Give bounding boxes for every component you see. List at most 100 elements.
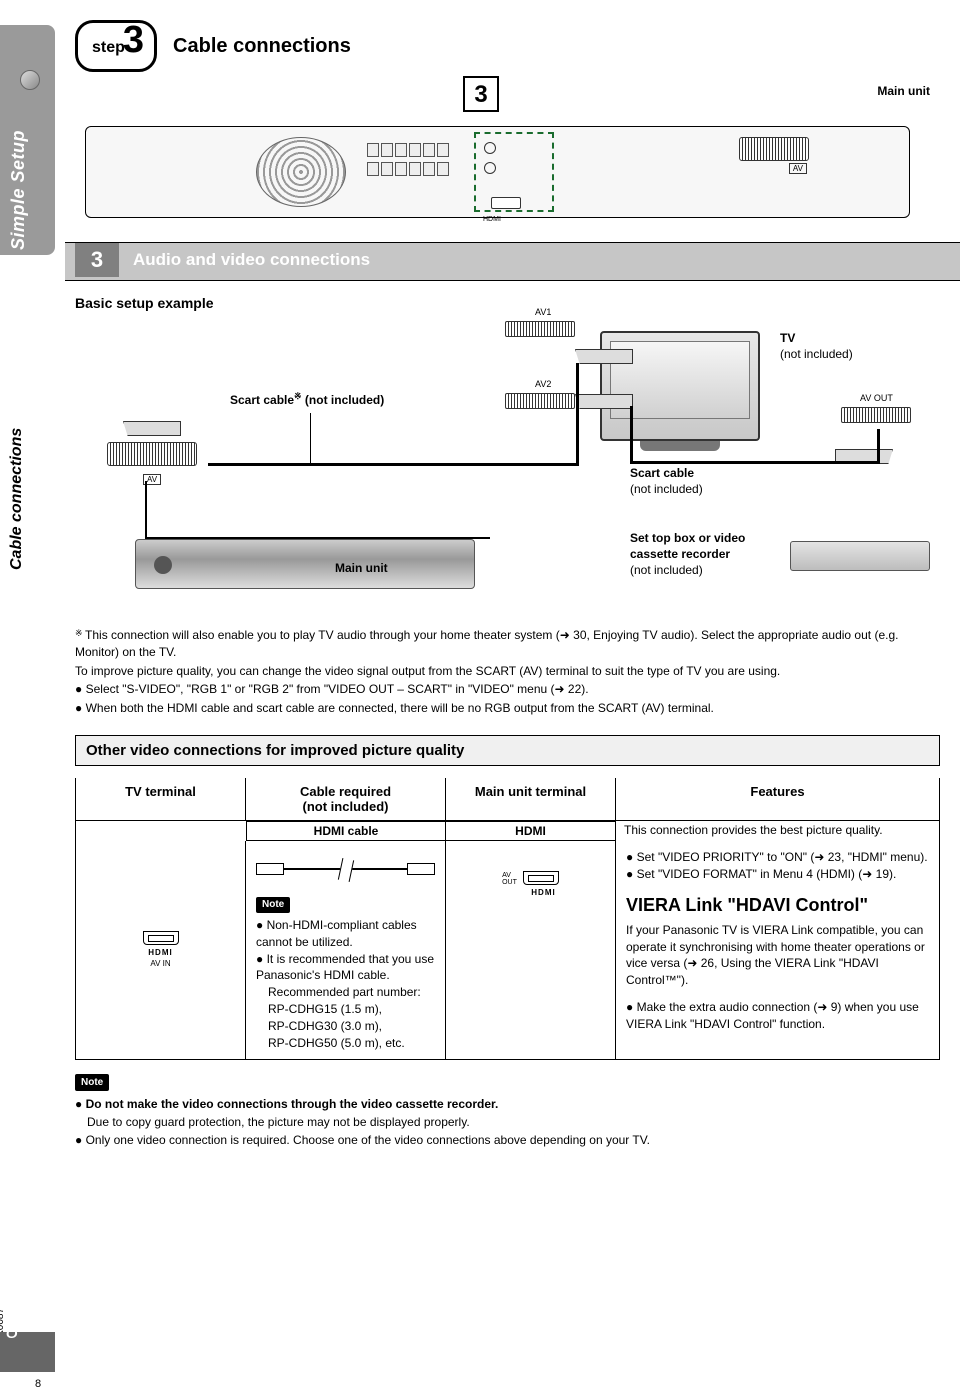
step-badge: step 3 bbox=[75, 20, 157, 72]
section-title: Cable connections bbox=[173, 35, 351, 58]
bottom-notes: Note Do not make the video connections t… bbox=[75, 1072, 940, 1149]
note-bullet: Select "S-VIDEO", "RGB 1" or "RGB 2" fro… bbox=[75, 681, 940, 698]
video-connections-table: TV terminal Cable required(not included)… bbox=[75, 778, 940, 1060]
note-tag: Note bbox=[256, 897, 290, 913]
scart-plug-icon bbox=[575, 349, 633, 364]
scart-plug-icon bbox=[123, 421, 181, 436]
connection-notes: ※ This connection will also enable you t… bbox=[75, 627, 940, 717]
fan-grille-icon bbox=[256, 137, 346, 207]
main-unit-front-icon bbox=[135, 539, 475, 589]
cable-note: RP-CDHG30 (3.0 m), bbox=[268, 1018, 435, 1035]
speaker-terminals bbox=[366, 142, 466, 202]
scart-plug-tv bbox=[575, 349, 633, 409]
table-content-row: HDMI AV IN Note Non-HDMI-compliant cable… bbox=[76, 841, 939, 1059]
main-unit-label: Main unit bbox=[877, 84, 930, 98]
hdmi-plug-icon bbox=[256, 863, 284, 875]
stb-caption-note: (not included) bbox=[630, 563, 703, 577]
hdmi-cable-drawing bbox=[256, 855, 435, 885]
left-sidebar: Simple Setup Cable connections ENGLISH R… bbox=[0, 0, 55, 1398]
table-header: Cable required(not included) bbox=[246, 778, 446, 820]
av2-label: AV2 bbox=[535, 379, 551, 389]
features-cell: Set "VIDEO PRIORITY" to "ON" (➜ 23, "HDM… bbox=[616, 841, 939, 1059]
av-port-label: AV bbox=[789, 163, 807, 174]
bottom-note-bold: Do not make the video connections throug… bbox=[75, 1095, 940, 1113]
table-header: TV terminal bbox=[76, 778, 246, 820]
main-unit-caption: Main unit bbox=[335, 561, 388, 575]
av2-port-icon bbox=[505, 393, 575, 409]
cable-note: Recommended part number: bbox=[268, 984, 435, 1001]
cable-note: It is recommended that you use Panasonic… bbox=[256, 951, 435, 985]
sidebar-label-simple-setup: Simple Setup bbox=[8, 70, 29, 250]
cable-note: Non-HDMI-compliant cables cannot be util… bbox=[256, 917, 435, 951]
av-out-label: AVOUT bbox=[502, 872, 517, 886]
hdmi-cable-label: HDMI cable bbox=[246, 821, 446, 841]
callout-box-3: 3 bbox=[463, 76, 499, 112]
av-out-port-icon bbox=[841, 407, 911, 423]
viera-link-body: If your Panasonic TV is VIERA Link compa… bbox=[626, 922, 929, 989]
scart-cable-text: Scart cable bbox=[230, 393, 294, 407]
hdmi-plug-icon bbox=[407, 863, 435, 875]
step-number: 3 bbox=[123, 21, 144, 59]
rca-jack-icon bbox=[484, 162, 496, 174]
hdmi-feature-intro: This connection provides the best pictur… bbox=[616, 821, 939, 841]
scart-av-port-icon bbox=[107, 442, 197, 466]
table-subheader-row: HDMI cable HDMI This connection provides… bbox=[76, 821, 939, 841]
page-number-box: 8 bbox=[0, 1332, 55, 1372]
sidebar-label-cable-connections: Cable connections bbox=[8, 370, 26, 570]
scart-plug-main-unit: AV bbox=[97, 421, 207, 485]
note-bullet: When both the HDMI cable and scart cable… bbox=[75, 700, 940, 717]
tv-terminal-cell: HDMI AV IN bbox=[76, 841, 246, 1059]
step-header: step 3 Cable connections bbox=[75, 20, 940, 72]
feature-bullet: Set "VIDEO FORMAT" in Menu 4 (HDMI) (➜ 1… bbox=[626, 866, 929, 883]
main-unit-terminal-cell: AVOUT HDMI bbox=[446, 841, 616, 1059]
scart-port-icon bbox=[739, 137, 809, 161]
stb-caption-line1: Set top box or video bbox=[630, 531, 745, 545]
tv-note: (not included) bbox=[780, 347, 853, 361]
unit-rear-diagram: 3 Main unit HDMI AV bbox=[75, 82, 940, 242]
rca-jack-icon bbox=[484, 142, 496, 154]
cable-required-cell: Note Non-HDMI-compliant cables cannot be… bbox=[246, 841, 446, 1059]
hdmi-port-icon bbox=[523, 871, 559, 885]
scart-cable-label: Scart cable※ (not included) bbox=[230, 391, 384, 407]
section-bar-underline bbox=[65, 275, 960, 281]
av-in-label: AV IN bbox=[150, 958, 170, 969]
hdmi-port-icon bbox=[491, 197, 521, 209]
note-paragraph: To improve picture quality, you can chan… bbox=[75, 663, 940, 680]
av-out-label: AV OUT bbox=[860, 393, 893, 403]
page-number-small: 8 bbox=[35, 1378, 41, 1390]
section-heading: Audio and video connections bbox=[133, 250, 370, 270]
tv-label: TV bbox=[780, 331, 795, 345]
section-number: 3 bbox=[75, 243, 119, 277]
viera-link-bullet: Make the extra audio connection (➜ 9) wh… bbox=[626, 999, 929, 1033]
av1-port-icon bbox=[505, 321, 575, 337]
viera-link-title: VIERA Link "HDAVI Control" bbox=[626, 893, 929, 918]
hdmi-terminal-label: HDMI bbox=[446, 821, 616, 841]
scart-plug-icon bbox=[575, 394, 633, 409]
hdmi-logo-text: HDMI bbox=[148, 947, 172, 958]
hdmi-port-icon bbox=[143, 931, 179, 945]
section-bar-audio-video: 3 Audio and video connections bbox=[65, 242, 960, 276]
page-number: 8 bbox=[6, 1318, 18, 1344]
scart-cable-2-label: Scart cable bbox=[630, 466, 694, 480]
scart-cable-2-note: (not included) bbox=[630, 482, 703, 496]
table-header: Features bbox=[616, 778, 939, 820]
unit-rear-panel: HDMI AV bbox=[85, 126, 910, 218]
note-tag: Note bbox=[75, 1074, 109, 1091]
table-header-row: TV terminal Cable required(not included)… bbox=[76, 778, 939, 821]
hdmi-logo-text: HDMI bbox=[531, 887, 555, 898]
scart-cable-suffix: (not included) bbox=[302, 393, 385, 407]
note-paragraph: ※ This connection will also enable you t… bbox=[75, 627, 940, 661]
feature-bullet: Set "VIDEO PRIORITY" to "ON" (➜ 23, "HDM… bbox=[626, 849, 929, 866]
av1-label: AV1 bbox=[535, 307, 551, 317]
step-label: step bbox=[92, 39, 125, 57]
bottom-note: Due to copy guard protection, the pictur… bbox=[87, 1113, 940, 1131]
set-top-box-icon bbox=[790, 541, 930, 571]
cable-note: RP-CDHG50 (5.0 m), etc. bbox=[268, 1035, 435, 1052]
bottom-note: Only one video connection is required. C… bbox=[75, 1131, 940, 1149]
stb-caption-line2: cassette recorder bbox=[630, 547, 730, 561]
table-header: Main unit terminal bbox=[446, 778, 616, 820]
subsection-bar-other-video: Other video connections for improved pic… bbox=[75, 735, 940, 766]
pointer-line bbox=[310, 413, 311, 463]
cable-note: RP-CDHG15 (1.5 m), bbox=[268, 1001, 435, 1018]
hdmi-label: HDMI bbox=[483, 216, 501, 223]
